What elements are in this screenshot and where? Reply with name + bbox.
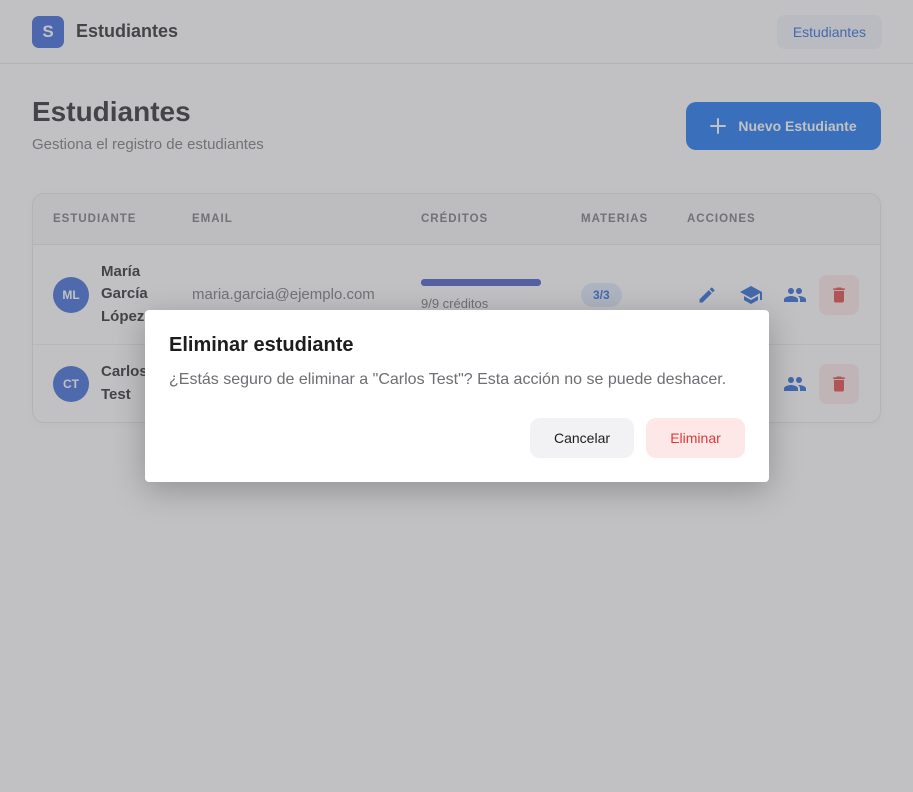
dialog-title: Eliminar estudiante: [169, 334, 354, 356]
delete-confirm-dialog: Eliminar estudiante ¿Estás seguro de eli…: [145, 310, 769, 482]
confirm-delete-button[interactable]: Eliminar: [646, 418, 745, 458]
dialog-message: ¿Estás seguro de eliminar a "Carlos Test…: [169, 371, 727, 388]
dialog-actions: Cancelar Eliminar: [530, 418, 745, 458]
cancel-button[interactable]: Cancelar: [530, 418, 634, 458]
